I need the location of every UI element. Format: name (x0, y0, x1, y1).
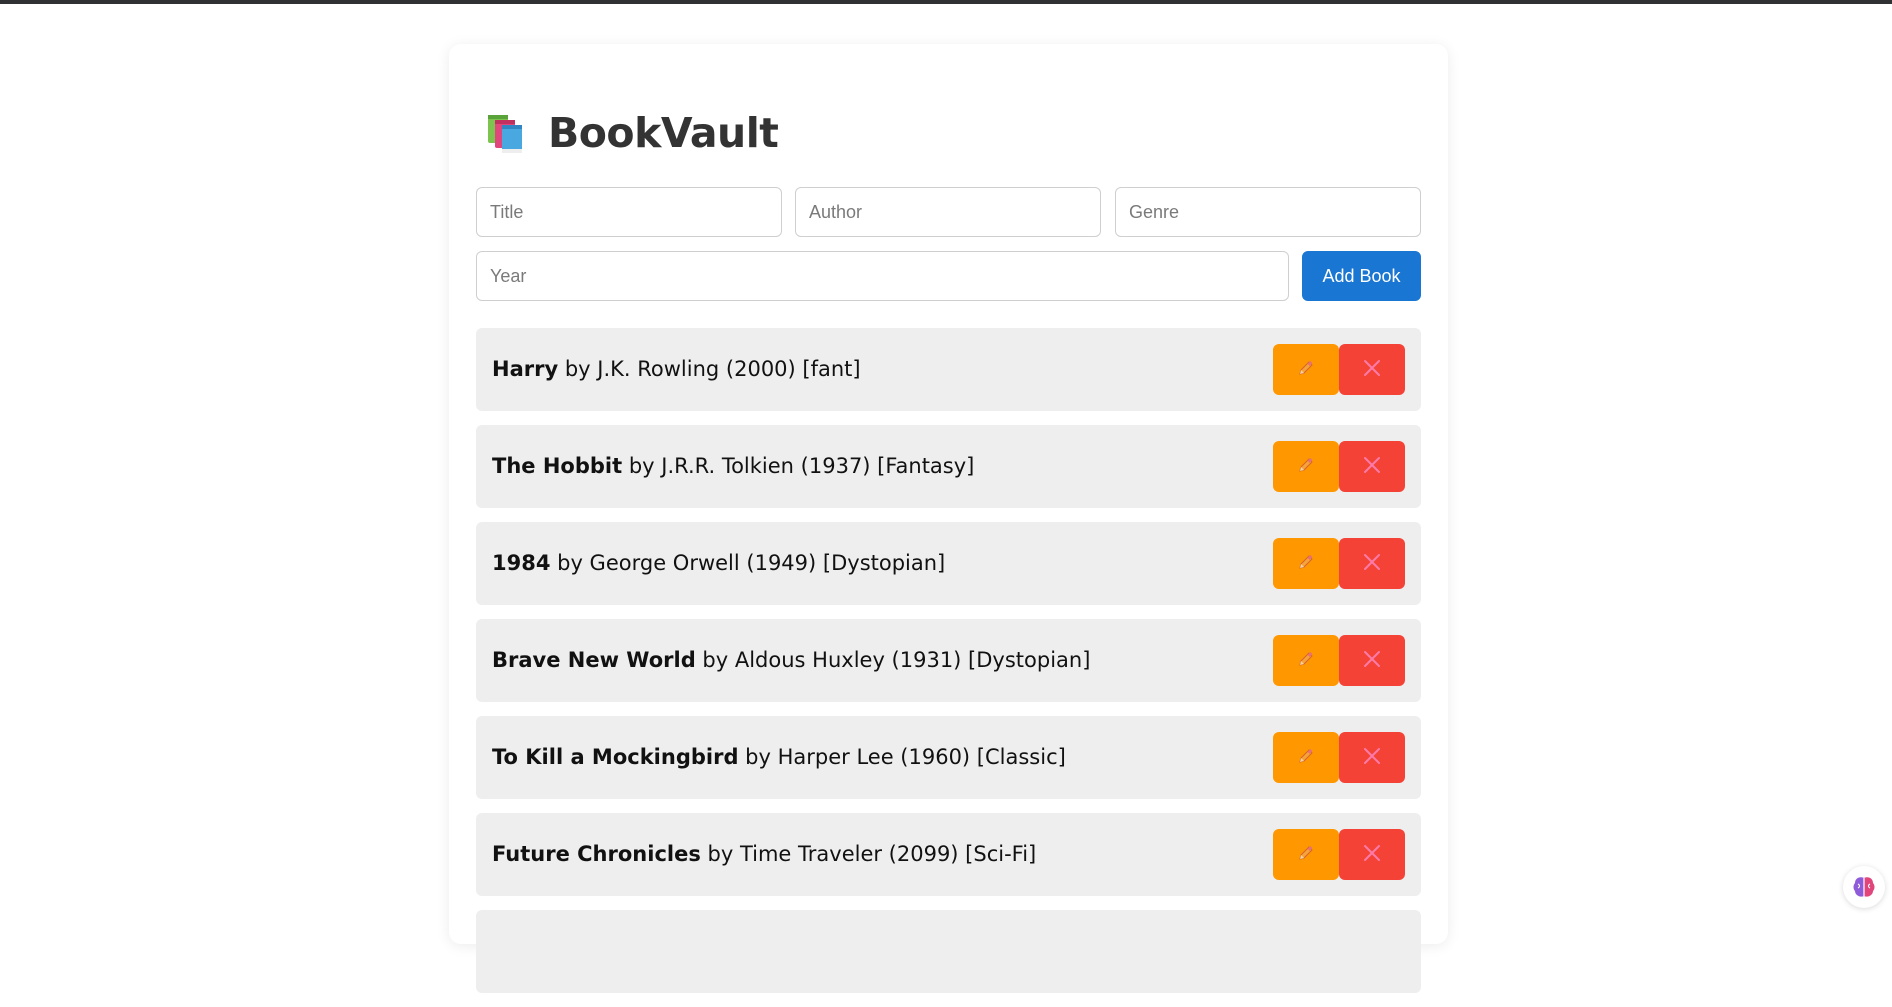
book-title: Future Chronicles (492, 842, 701, 866)
book-details: by J.R.R. Tolkien (1937) [Fantasy] (622, 454, 975, 478)
list-item: 1984 by George Orwell (1949) [Dystopian] (476, 522, 1421, 605)
edit-button[interactable] (1273, 829, 1339, 880)
book-title: Brave New World (492, 648, 696, 672)
list-item: To Kill a Mockingbird by Harper Lee (196… (476, 716, 1421, 799)
book-details: by Harper Lee (1960) [Classic] (738, 745, 1066, 769)
delete-button[interactable] (1339, 829, 1405, 880)
book-details: by Time Traveler (2099) [Sci-Fi] (700, 842, 1037, 866)
book-title: The Hobbit (492, 454, 623, 478)
close-icon (1363, 844, 1381, 865)
pencil-icon (1297, 456, 1315, 477)
delete-button[interactable] (1339, 635, 1405, 686)
pencil-icon (1297, 747, 1315, 768)
delete-button[interactable] (1339, 344, 1405, 395)
add-book-button[interactable]: Add Book (1302, 251, 1421, 301)
app-card: BookVault Add Book Harry by J.K. Rowling… (449, 44, 1448, 993)
list-item (476, 910, 1421, 993)
edit-button[interactable] (1273, 635, 1339, 686)
close-icon (1363, 650, 1381, 671)
year-input[interactable] (476, 251, 1289, 301)
book-list: Harry by J.K. Rowling (2000) [fant] The … (476, 328, 1421, 1007)
list-item: Harry by J.K. Rowling (2000) [fant] (476, 328, 1421, 411)
edit-button[interactable] (1273, 538, 1339, 589)
pencil-icon (1297, 844, 1315, 865)
top-bar (0, 0, 1892, 4)
brain-icon[interactable] (1843, 866, 1885, 908)
delete-button[interactable] (1339, 732, 1405, 783)
edit-button[interactable] (1273, 732, 1339, 783)
close-icon (1363, 747, 1381, 768)
delete-button[interactable] (1339, 441, 1405, 492)
close-icon (1363, 553, 1381, 574)
close-icon (1363, 456, 1381, 477)
book-text: To Kill a Mockingbird by Harper Lee (196… (492, 716, 1066, 799)
book-text: Brave New World by Aldous Huxley (1931) … (492, 619, 1090, 702)
title-input[interactable] (476, 187, 782, 237)
delete-button[interactable] (1339, 538, 1405, 589)
book-text: Future Chronicles by Time Traveler (2099… (492, 813, 1036, 896)
edit-button[interactable] (1273, 344, 1339, 395)
book-title: To Kill a Mockingbird (492, 745, 739, 769)
pencil-icon (1297, 359, 1315, 380)
close-icon (1363, 359, 1381, 380)
books-icon (484, 111, 528, 155)
edit-button[interactable] (1273, 441, 1339, 492)
list-item: The Hobbit by J.R.R. Tolkien (1937) [Fan… (476, 425, 1421, 508)
book-text: Harry by J.K. Rowling (2000) [fant] (492, 328, 861, 411)
book-details: by J.K. Rowling (2000) [fant] (558, 357, 861, 381)
book-title: 1984 (492, 551, 551, 575)
app-header: BookVault (484, 108, 779, 158)
app-title: BookVault (548, 109, 779, 157)
book-details: by Aldous Huxley (1931) [Dystopian] (695, 648, 1091, 672)
author-input[interactable] (795, 187, 1101, 237)
book-details: by George Orwell (1949) [Dystopian] (550, 551, 946, 575)
list-item: Future Chronicles by Time Traveler (2099… (476, 813, 1421, 896)
list-item: Brave New World by Aldous Huxley (1931) … (476, 619, 1421, 702)
book-text: The Hobbit by J.R.R. Tolkien (1937) [Fan… (492, 425, 974, 508)
pencil-icon (1297, 553, 1315, 574)
genre-input[interactable] (1115, 187, 1421, 237)
pencil-icon (1297, 650, 1315, 671)
book-title: Harry (492, 357, 559, 381)
book-text: 1984 by George Orwell (1949) [Dystopian] (492, 522, 945, 605)
